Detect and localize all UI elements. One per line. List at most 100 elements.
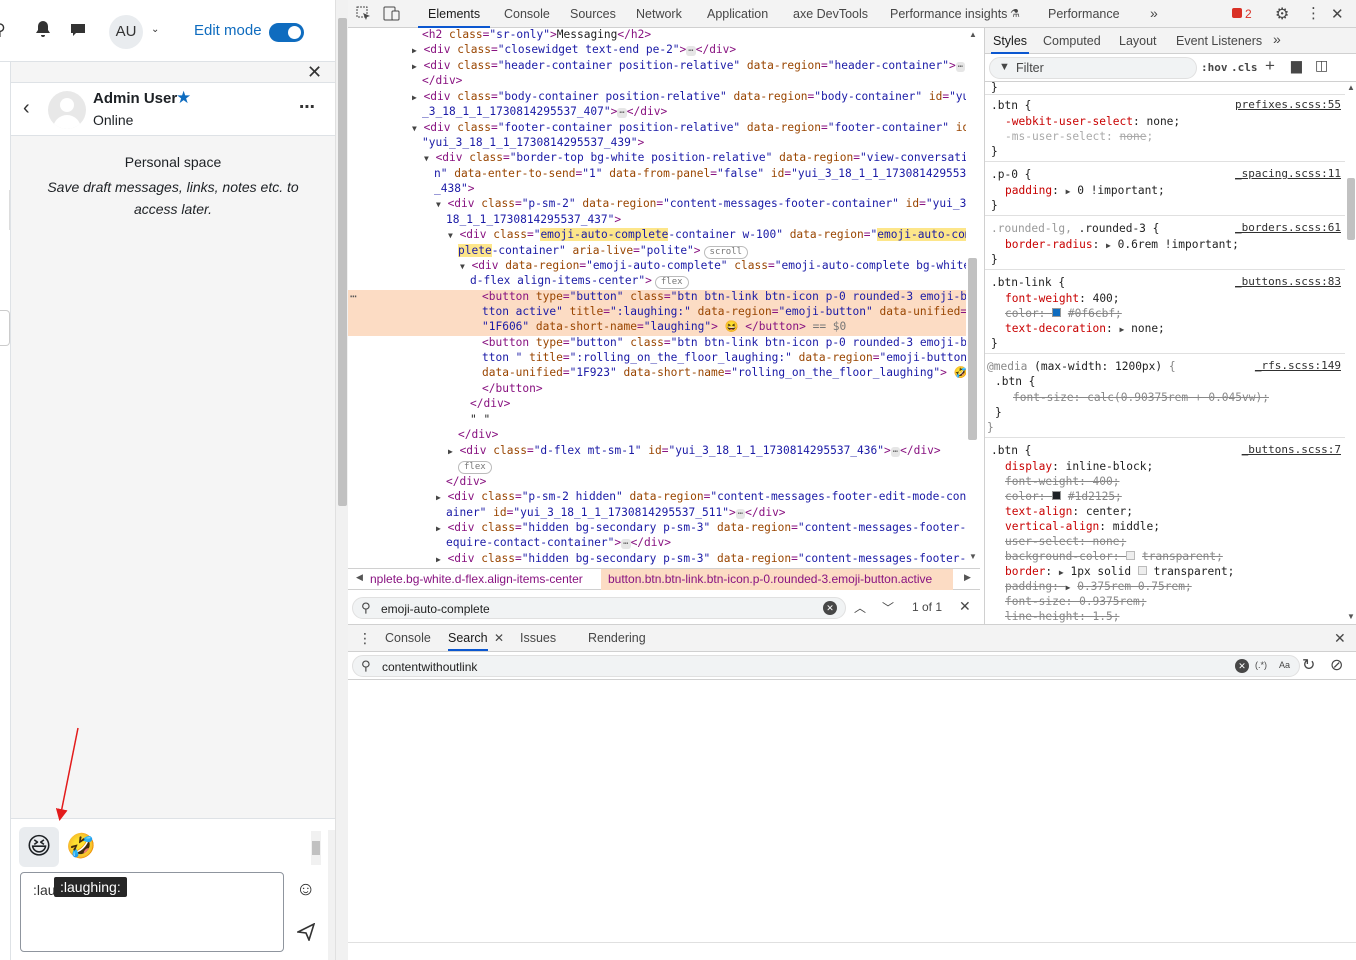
refresh-icon[interactable]: ↻ [1302,655,1315,675]
moodle-page: ⚲ AU ⌄ Edit mode ✕ ‹ Admin User ★ Online… [0,0,335,960]
search-input[interactable]: ⚲ contentwithoutlink ✕ (.*) Aa [352,655,1300,677]
emoji-button-laughing[interactable]: 😆 [19,827,59,867]
devtools-tabbar: Elements Console Sources Network Applica… [348,0,1356,28]
dom-search-value: emoji-auto-complete [381,602,490,616]
styles-filter-input[interactable]: ▼ Filter [989,57,1197,79]
tab-axe-devtools[interactable]: axe DevTools [793,0,868,28]
tab-computed[interactable]: Computed [1043,28,1101,54]
sidebar-toggle-icon[interactable]: ◫ [1315,57,1328,74]
send-icon[interactable] [295,922,316,946]
chevron-down-icon[interactable]: ⌄ [151,24,159,35]
clear-search-icon[interactable]: ✕ [823,601,837,615]
drawer-menu-icon[interactable]: ⋮ [358,630,372,647]
clear-results-icon[interactable]: ⊘ [1330,655,1343,675]
star-icon: ★ [176,88,192,107]
page-content-edge [0,310,10,346]
error-count[interactable]: 2 [1245,7,1252,21]
dom-scrollbar[interactable]: ▲ ▼ [966,28,980,566]
breadcrumb-scroll-left-icon[interactable]: ◀ [356,572,363,583]
search-results [348,680,1356,942]
avatar[interactable]: AU [109,15,143,49]
match-count: 1 of 1 [912,600,943,614]
settings-icon[interactable]: ⚙ [1275,4,1289,24]
dom-search-bar: ⚲ emoji-auto-complete ✕ ︿ ﹀ 1 of 1 ✕ [348,592,980,624]
message-input-text: :lau [33,882,56,898]
inspect-element-icon[interactable] [356,6,371,24]
paint-icon[interactable]: ▆ [1291,57,1302,74]
messages-footer: 😆 🤣 :lau :laughing: ☺ [11,818,335,960]
tab-layout[interactable]: Layout [1119,28,1157,54]
drawer-tab-issues[interactable]: Issues [520,625,556,651]
breadcrumb-scroll-right-icon[interactable]: ▶ [964,572,971,583]
search-value: contentwithoutlink [382,660,478,674]
devtools-drawer-tabbar: ⋮ Console Search ✕ Issues Rendering ✕ [348,624,1356,652]
search-icon: ⚲ [361,658,371,673]
tab-performance-insights[interactable]: Performance insights [890,0,1007,28]
more-options-icon[interactable]: ⋯ [299,97,316,117]
dom-search-input[interactable]: ⚲ emoji-auto-complete ✕ [352,597,846,619]
clear-search-icon[interactable]: ✕ [1235,659,1249,673]
breadcrumb-item[interactable]: nplete.bg-white.d-flex.align-items-cente… [370,572,583,586]
tab-event-listeners[interactable]: Event Listeners [1176,28,1262,54]
more-tabs-icon[interactable]: » [1150,5,1158,21]
edit-mode-toggle[interactable] [269,23,304,42]
error-icon[interactable] [1232,8,1242,18]
close-devtools-icon[interactable]: ✕ [1331,5,1344,23]
tab-application[interactable]: Application [707,0,768,28]
drawer-tab-search[interactable]: Search [448,625,488,651]
avatar [48,91,86,129]
close-icon[interactable]: ✕ [307,62,322,83]
bell-icon[interactable] [35,20,51,43]
tab-sources[interactable]: Sources [570,0,616,28]
filter-icon: ▼ [999,61,1010,73]
dom-tree: <h2 class="sr-only">Messaging</h2> ▶ <di… [348,28,966,566]
search-toolbar: ⚲ contentwithoutlink ✕ (.*) Aa ↻ ⊘ [348,652,1356,680]
css-rules: } .btn {prefixes.scss:55 -webkit-user-se… [985,82,1356,624]
search-icon: ⚲ [361,600,371,615]
page-scrollbar[interactable] [335,0,348,960]
tab-network[interactable]: Network [636,0,682,28]
user-status: Online [93,112,134,128]
drawer-tab-rendering[interactable]: Rendering [588,625,646,651]
search-status-bar [348,942,1356,960]
match-case-toggle[interactable]: Aa [1279,660,1290,670]
class-toggle[interactable]: .cls [1231,61,1258,74]
styles-scrollbar[interactable]: ▲ ▼ [1345,82,1356,624]
emoji-picker-icon[interactable]: ☺ [296,879,315,901]
emoji-scrollbar[interactable] [311,831,321,865]
drawer-tab-console[interactable]: Console [385,625,431,651]
next-match-icon[interactable]: ﹀ [882,599,894,616]
kebab-menu-icon[interactable]: ⋮ [1306,4,1321,22]
breadcrumb-item-selected[interactable]: button.btn.btn-link.btn-icon.p-0.rounded… [608,572,932,586]
tab-elements[interactable]: Elements [418,0,491,28]
close-search-tab-icon[interactable]: ✕ [494,631,504,645]
previous-match-icon[interactable]: ︿ [854,599,866,616]
emoji-button-rofl[interactable]: 🤣 [61,827,101,867]
page-content-edge [0,190,10,230]
styles-toolbar: ▼ Filter :hov .cls + ▆ ◫ [985,54,1356,82]
top-navbar: ⚲ AU ⌄ Edit mode [0,0,335,62]
close-search-icon[interactable]: ✕ [959,598,971,615]
device-toolbar-icon[interactable] [383,6,400,24]
personal-space-title: Personal space [124,154,222,170]
more-tabs-icon[interactable]: » [1273,31,1281,47]
personal-space-desc: Save draft messages, links, notes etc. t… [47,179,299,217]
styles-tabbar: Styles Computed Layout Event Listeners » [985,28,1356,54]
search-icon[interactable]: ⚲ [0,20,6,40]
user-name: Admin User [93,90,178,107]
add-rule-icon[interactable]: + [1265,56,1275,76]
tab-styles[interactable]: Styles [991,28,1030,54]
regex-toggle[interactable]: (.*) [1255,660,1267,670]
edit-mode-label: Edit mode [194,22,262,39]
tab-console[interactable]: Console [504,0,550,28]
messaging-drawer: ✕ ‹ Admin User ★ Online ⋯ Personal space… [10,62,335,960]
messages-icon[interactable] [70,22,86,43]
back-icon[interactable]: ‹ [23,97,30,120]
close-drawer-icon[interactable]: ✕ [1334,630,1346,647]
styles-pane: Styles Computed Layout Event Listeners »… [984,28,1356,624]
tab-performance[interactable]: Performance [1048,0,1120,28]
flask-icon: ⚗ [1010,8,1020,20]
drawer-scrollbar[interactable] [328,830,335,960]
hover-state-toggle[interactable]: :hov [1201,61,1228,74]
tooltip: :laughing: [54,877,127,897]
